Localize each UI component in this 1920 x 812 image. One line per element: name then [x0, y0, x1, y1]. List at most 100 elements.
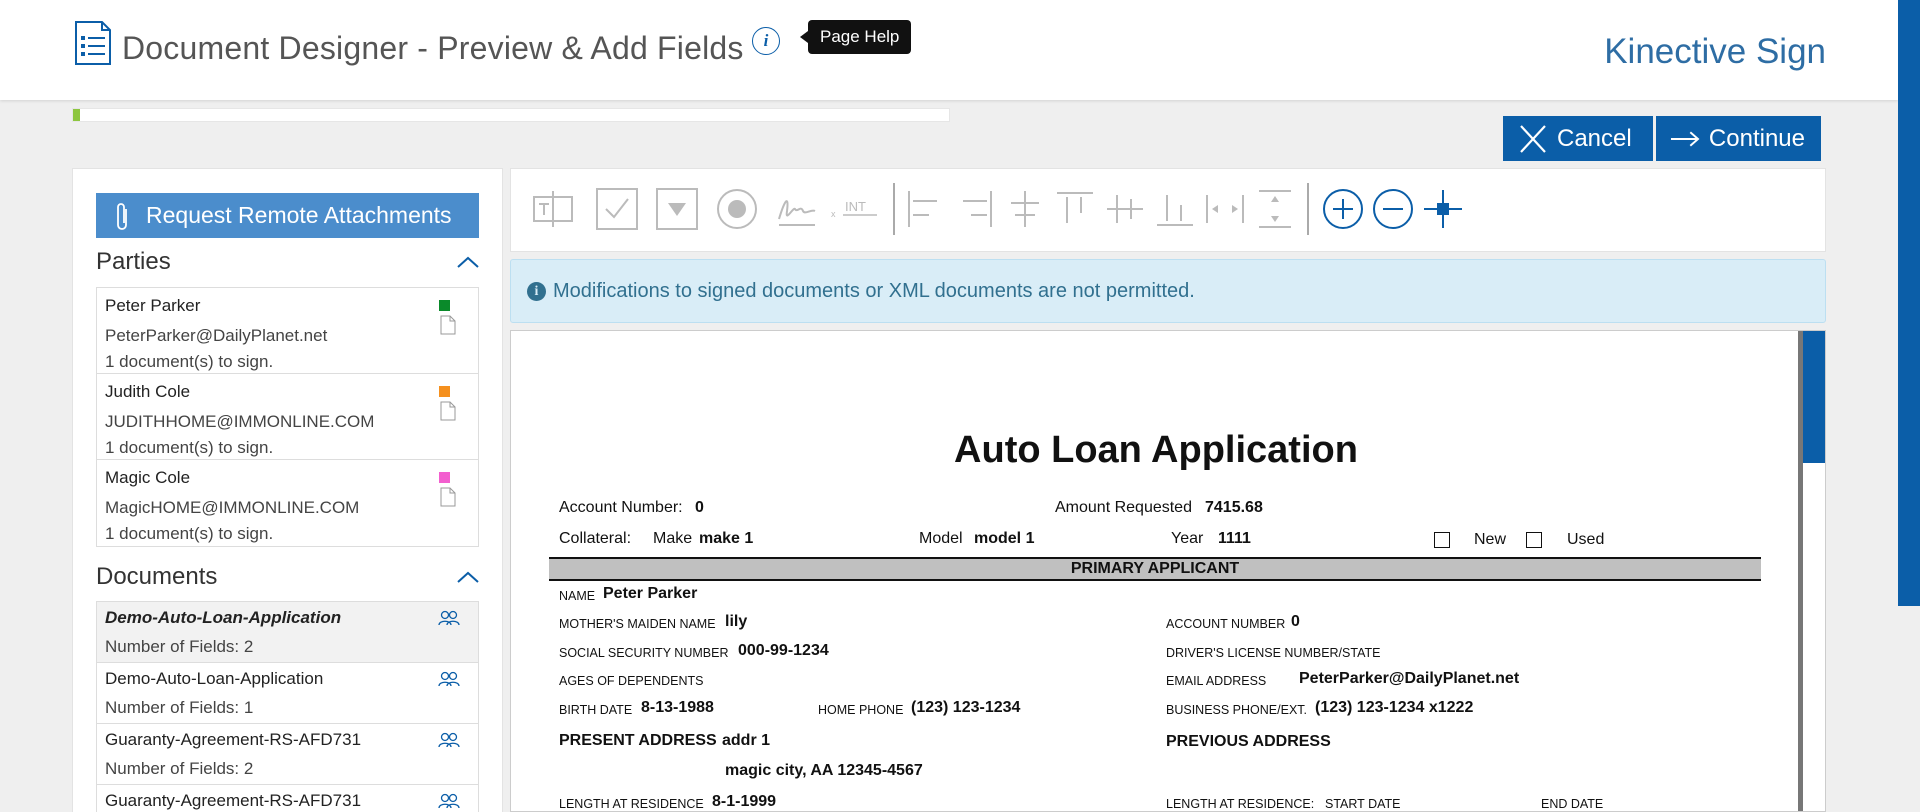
year-label: Year	[1171, 530, 1204, 547]
signers-icon[interactable]	[438, 610, 460, 626]
biz-phone-label: BUSINESS PHONE/EXT.	[1166, 703, 1308, 717]
name-label: NAME	[559, 589, 596, 603]
document-list: Demo-Auto-Loan-Application Number of Fie…	[96, 601, 479, 812]
signers-icon[interactable]	[438, 671, 460, 687]
amount-label: Amount Requested	[1055, 499, 1192, 516]
party-name: Judith Cole	[105, 382, 191, 401]
party-list: Peter Parker PeterParker@DailyPlanet.net…	[96, 287, 479, 547]
ssn-value: 000-99-1234	[738, 642, 829, 659]
document-item[interactable]: Guaranty-Agreement-RS-AFD731 Number of F…	[96, 724, 479, 785]
move-icon[interactable]	[1421, 187, 1465, 231]
distribute-horizontal-icon[interactable]	[1203, 187, 1247, 231]
initials-icon[interactable]: x INT	[831, 187, 881, 231]
make-label: Make	[653, 530, 693, 547]
start-date-label: START DATE	[1325, 797, 1401, 811]
party-doc-count: 1 document(s) to sign.	[105, 524, 274, 543]
cancel-label: Cancel	[1557, 124, 1632, 152]
documents-section-header[interactable]: Documents	[96, 562, 479, 592]
acct-label: ACCOUNT NUMBER	[1166, 617, 1286, 631]
align-center-icon[interactable]	[1003, 187, 1047, 231]
party-doc-count: 1 document(s) to sign.	[105, 438, 274, 457]
new-checkbox[interactable]	[1434, 532, 1450, 548]
zoom-in-icon[interactable]	[1321, 187, 1365, 231]
chevron-up-icon[interactable]	[457, 570, 479, 584]
primary-applicant-band: PRIMARY APPLICANT	[549, 557, 1761, 581]
continue-button[interactable]: Continue	[1656, 116, 1821, 161]
ssn-label: SOCIAL SECURITY NUMBER	[559, 646, 729, 660]
document-item[interactable]: Demo-Auto-Loan-Application Number of Fie…	[96, 602, 479, 663]
file-icon[interactable]	[440, 315, 456, 335]
checkbox-icon[interactable]	[595, 187, 639, 231]
document-field-count: Number of Fields: 1	[105, 698, 254, 717]
model-label: Model	[919, 530, 963, 547]
page-help-icon[interactable]: i	[752, 27, 780, 55]
document-name: Guaranty-Agreement-RS-AFD731	[105, 791, 362, 810]
alert-text: Modifications to signed documents or XML…	[553, 279, 1195, 302]
drivers-license-label: DRIVER'S LICENSE NUMBER/STATE	[1166, 646, 1381, 660]
align-left-icon[interactable]	[903, 187, 947, 231]
viewer-scrollbar-thumb[interactable]	[1803, 331, 1825, 463]
chevron-up-icon[interactable]	[457, 255, 479, 269]
account-number-label: Account Number:	[559, 499, 683, 516]
present-address-label: PRESENT ADDRESS	[559, 732, 717, 749]
previous-address-label: PREVIOUS ADDRESS	[1166, 733, 1331, 750]
party-color-swatch	[439, 472, 450, 483]
document-field-count: Number of Fields: 2	[105, 637, 254, 656]
align-top-icon[interactable]	[1053, 187, 1097, 231]
party-color-swatch	[439, 300, 450, 311]
dropdown-icon[interactable]	[655, 187, 699, 231]
collateral-label: Collateral:	[559, 530, 632, 547]
zoom-out-icon[interactable]	[1371, 187, 1415, 231]
make-value: make 1	[699, 530, 754, 547]
home-phone-value: (123) 123-1234	[911, 699, 1021, 716]
party-email: JUDITHHOME@IMMONLINE.COM	[105, 412, 375, 431]
used-checkbox[interactable]	[1526, 532, 1542, 548]
file-icon[interactable]	[440, 487, 456, 507]
account-number-value: 0	[695, 499, 704, 516]
length-at-residence-value: 8-1-1999	[712, 793, 777, 810]
party-item[interactable]: Judith Cole JUDITHHOME@IMMONLINE.COM 1 d…	[97, 374, 478, 460]
party-item[interactable]: Magic Cole MagicHOME@IMMONLINE.COM 1 doc…	[97, 460, 478, 546]
prev-length-label: LENGTH AT RESIDENCE:	[1166, 797, 1315, 811]
progress-bar	[72, 108, 950, 122]
party-name: Peter Parker	[105, 296, 201, 315]
radio-icon[interactable]	[715, 187, 759, 231]
document-name: Demo-Auto-Loan-Application	[105, 608, 342, 627]
document-viewer[interactable]: Auto Loan Application Account Number: 0 …	[510, 330, 1826, 812]
document-item[interactable]: Demo-Auto-Loan-Application Number of Fie…	[96, 663, 479, 724]
signers-icon[interactable]	[438, 793, 460, 809]
signature-icon[interactable]	[775, 187, 819, 231]
align-right-icon[interactable]	[953, 187, 997, 231]
progress-fill	[73, 109, 80, 121]
birth-label: BIRTH DATE	[559, 703, 633, 717]
request-remote-attachments-button[interactable]: Request Remote Attachments	[96, 193, 479, 238]
home-phone-label: HOME PHONE	[818, 703, 904, 717]
continue-label: Continue	[1708, 124, 1805, 152]
document-title: Auto Loan Application	[954, 429, 1358, 471]
file-icon[interactable]	[440, 401, 456, 421]
align-middle-icon[interactable]	[1103, 187, 1147, 231]
documents-heading: Documents	[96, 563, 218, 590]
align-bottom-icon[interactable]	[1153, 187, 1197, 231]
present-address-line2: magic city, AA 12345-4567	[725, 762, 923, 779]
signers-icon[interactable]	[438, 732, 460, 748]
party-item[interactable]: Peter Parker PeterParker@DailyPlanet.net…	[97, 288, 478, 374]
acct-value: 0	[1291, 613, 1300, 630]
close-icon	[1520, 124, 1546, 153]
biz-phone-value: (123) 123-1234 x1222	[1315, 699, 1474, 716]
arrow-right-icon	[1670, 131, 1700, 146]
parties-section-header[interactable]: Parties	[96, 247, 479, 277]
model-value: model 1	[974, 530, 1035, 547]
cancel-button[interactable]: Cancel	[1503, 116, 1653, 161]
toolbar-divider	[1307, 183, 1309, 235]
party-color-swatch	[439, 386, 450, 397]
header: Document Designer - Preview & Add Fields…	[0, 0, 1898, 100]
document-item[interactable]: Guaranty-Agreement-RS-AFD731	[96, 785, 479, 812]
maiden-label: MOTHER'S MAIDEN NAME	[559, 617, 716, 631]
page-scrollbar-thumb[interactable]	[1898, 0, 1920, 606]
distribute-vertical-icon[interactable]	[1253, 187, 1297, 231]
text-field-icon[interactable]	[531, 187, 575, 231]
document-page: Auto Loan Application Account Number: 0 …	[511, 331, 1801, 811]
toolbar-divider	[893, 183, 895, 235]
paperclip-icon	[117, 202, 127, 230]
